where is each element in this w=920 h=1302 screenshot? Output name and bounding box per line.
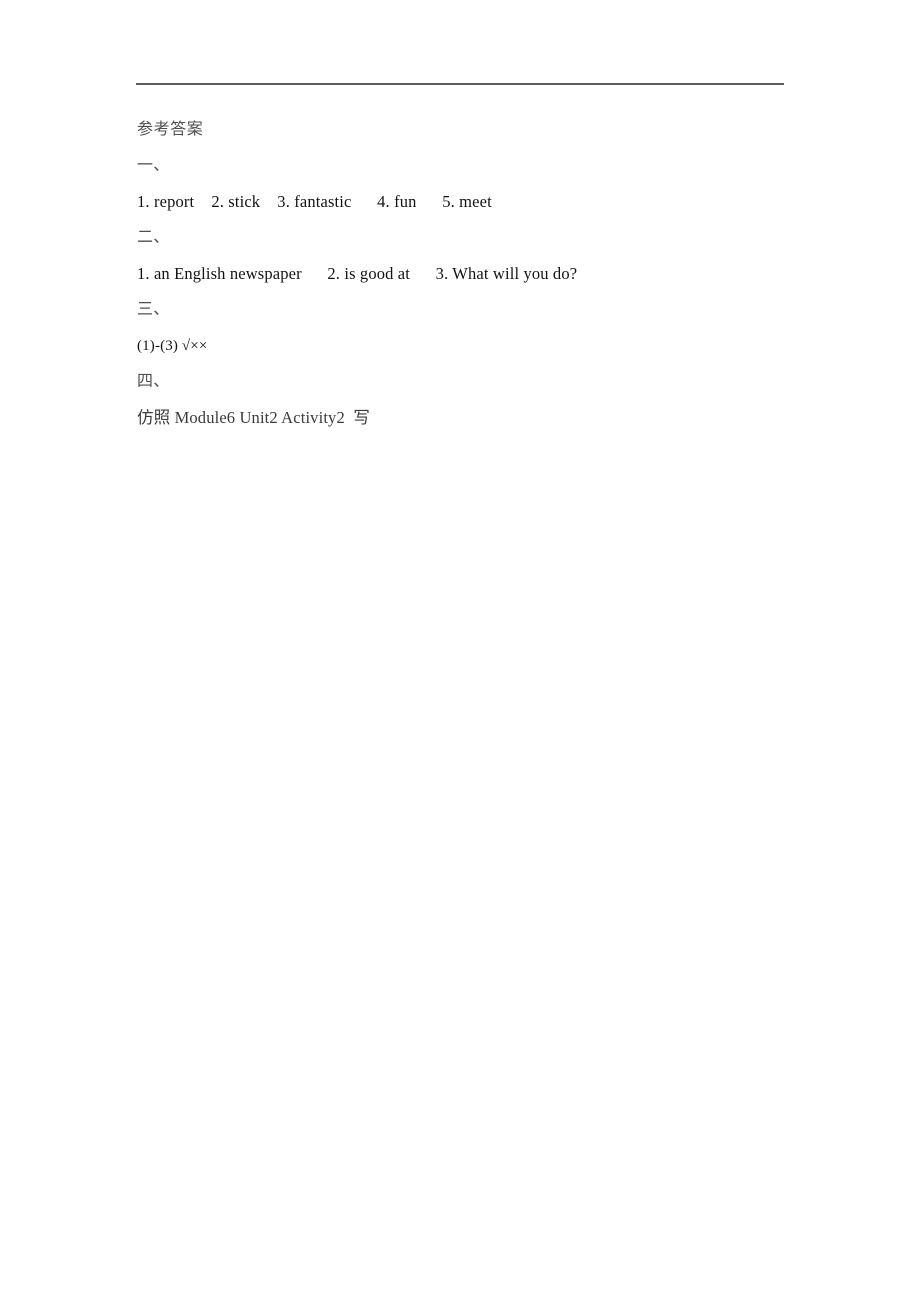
- page-title: 参考答案: [137, 121, 204, 138]
- section-marker-2: 二、: [137, 229, 170, 246]
- section-answers-1: 1. report 2. stick 3. fantastic 4. fun 5…: [137, 192, 492, 211]
- section-answers-3: (1)-(3) √××: [137, 338, 208, 354]
- section-answers-4: 仿照 Module6 Unit2 Activity2 写: [137, 408, 371, 427]
- header-divider-rule: [136, 83, 784, 85]
- section-marker-1: 一、: [137, 157, 170, 174]
- section-answers-2: 1. an English newspaper 2. is good at 3.…: [137, 264, 578, 283]
- section-marker-3: 三、: [137, 301, 170, 318]
- section-marker-4: 四、: [137, 373, 170, 390]
- answer-key-page: 参考答案 一、 1. report 2. stick 3. fantastic …: [0, 0, 920, 1302]
- answer-key-content: 参考答案 一、 1. report 2. stick 3. fantastic …: [137, 112, 837, 436]
